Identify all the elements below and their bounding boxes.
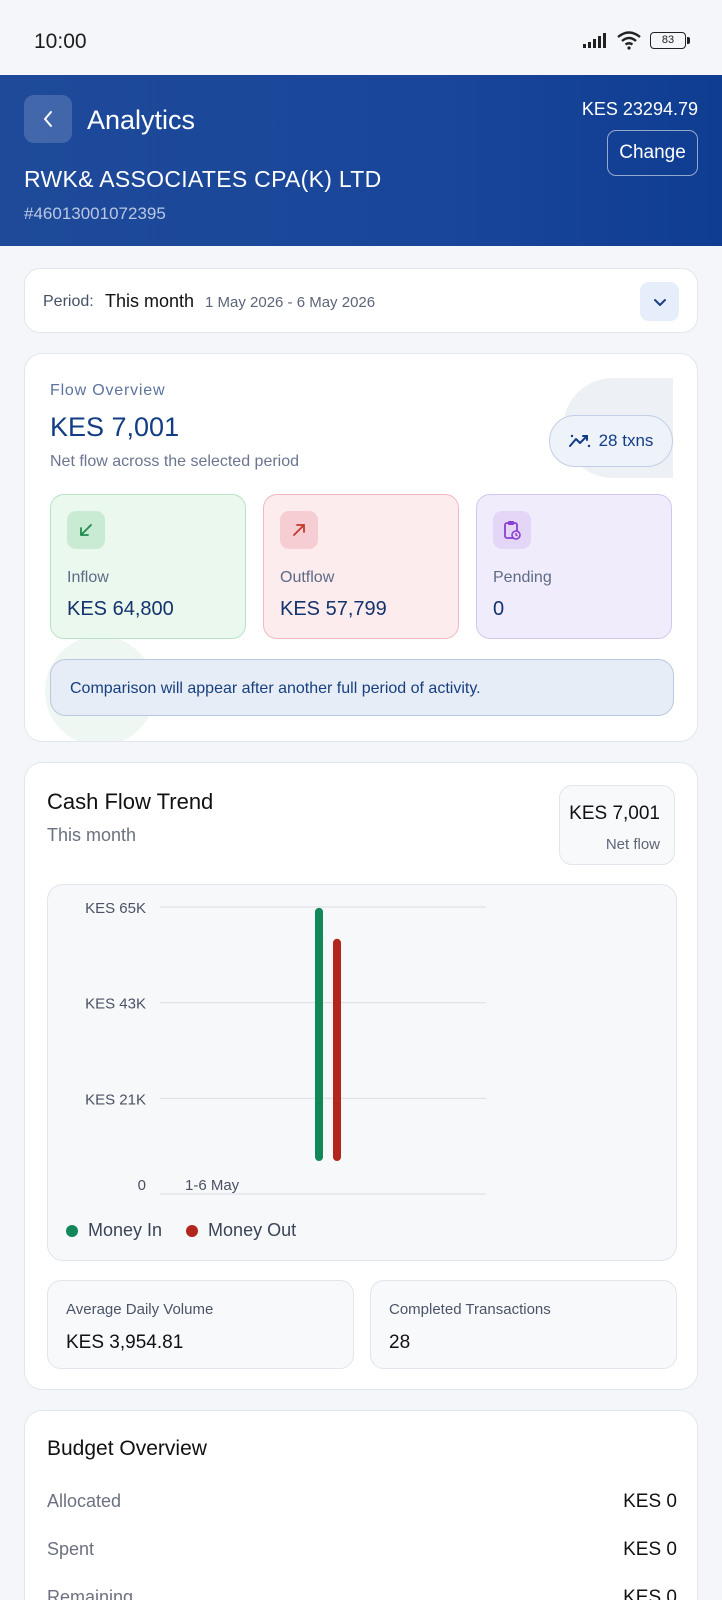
status-icons: 83 [582, 30, 690, 50]
trend-icon [568, 434, 590, 448]
net-flow-summary: KES 7,001 Net flow [559, 785, 675, 865]
back-button[interactable] [24, 95, 72, 143]
money-out-bar [333, 938, 341, 1161]
trend-subtitle: This month [47, 825, 137, 845]
chart-legend: Money In Money Out [66, 1220, 296, 1241]
signal-icon [583, 33, 606, 48]
budget-row-remaining: Remaining KES 0 [47, 1587, 677, 1600]
flow-overview-label: Flow Overview [50, 382, 166, 399]
outflow-card: Outflow KES 57,799 [263, 494, 459, 639]
y-tick-label: 0 [138, 1177, 146, 1194]
net-flow-description: Net flow across the selected period [50, 453, 300, 470]
inflow-card: Inflow KES 64,800 [50, 494, 246, 639]
legend-money-in: Money In [66, 1220, 162, 1241]
average-daily-volume-label: Average Daily Volume [66, 1301, 214, 1318]
budget-row-spent: Spent KES 0 [47, 1539, 677, 1561]
y-tick-label: KES 21K [85, 1091, 146, 1108]
app-header: Analytics RWK& ASSOCIATES CPA(K) LTD #46… [0, 75, 722, 246]
account-balance: KES 23294.79 [581, 99, 698, 119]
completed-transactions-card: Completed Transactions 28 [370, 1280, 677, 1369]
inflow-label: Inflow [67, 569, 109, 586]
transactions-count-pill[interactable]: 28 txns [549, 415, 673, 467]
battery-icon: 83 [650, 31, 690, 49]
arrow-down-left-icon [67, 511, 105, 549]
period-range: 1 May 2026 - 6 May 2026 [205, 294, 376, 311]
outflow-value: KES 57,799 [280, 598, 387, 620]
y-tick-label: KES 43K [85, 996, 146, 1013]
y-tick-label: KES 65K [85, 900, 146, 917]
money-in-bar [315, 907, 323, 1161]
company-name: RWK& ASSOCIATES CPA(K) LTD [24, 166, 382, 192]
budget-allocated-value: KES 0 [623, 1491, 677, 1512]
net-flow-value: KES 7,001 [569, 803, 660, 824]
legend-money-in-label: Money In [88, 1220, 163, 1240]
outflow-label: Outflow [280, 569, 335, 586]
battery-level: 83 [661, 34, 675, 46]
trend-title: Cash Flow Trend [47, 789, 214, 814]
comparison-note: Comparison will appear after another ful… [50, 659, 674, 716]
budget-title: Budget Overview [47, 1437, 207, 1460]
pending-value: 0 [493, 598, 505, 620]
budget-spent-label: Spent [47, 1539, 95, 1559]
net-flow-label: Net flow [605, 836, 660, 853]
inflow-value: KES 64,800 [67, 598, 174, 620]
status-bar: 10:00 83 [0, 0, 722, 75]
period-value: This month [105, 291, 195, 311]
flow-overview-card: Flow Overview KES 7,001 Net flow across … [24, 353, 698, 742]
pending-card: Pending 0 [476, 494, 672, 639]
budget-row-allocated: Allocated KES 0 [47, 1491, 677, 1513]
status-time: 10:00 [34, 30, 87, 53]
transactions-count: 28 txns [598, 431, 654, 450]
page-title: Analytics [87, 105, 196, 135]
x-tick-label: 1-6 May [185, 1177, 240, 1194]
clipboard-clock-icon [493, 511, 531, 549]
budget-remaining-label: Remaining [47, 1587, 134, 1600]
completed-transactions-label: Completed Transactions [389, 1301, 551, 1318]
legend-money-out: Money Out [186, 1220, 296, 1241]
average-daily-volume-value: KES 3,954.81 [66, 1332, 184, 1353]
period-selector[interactable]: Period: This month 1 May 2026 - 6 May 20… [24, 268, 698, 333]
pending-label: Pending [493, 569, 552, 586]
period-label: Period: [43, 293, 94, 310]
budget-spent-value: KES 0 [623, 1539, 677, 1560]
budget-overview-card: Budget Overview Allocated KES 0 Spent KE… [24, 1410, 698, 1600]
change-account-button[interactable]: Change [607, 130, 698, 176]
budget-remaining-value: KES 0 [623, 1587, 677, 1600]
account-number: #46013001072395 [24, 204, 166, 223]
arrow-up-right-icon [280, 511, 318, 549]
completed-transactions-value: 28 [389, 1332, 411, 1353]
money-in-dot [66, 1224, 78, 1237]
budget-allocated-label: Allocated [47, 1491, 122, 1511]
cash-flow-trend-card: Cash Flow Trend This month KES 7,001 Net… [24, 762, 698, 1390]
average-daily-volume-card: Average Daily Volume KES 3,954.81 [47, 1280, 354, 1369]
chevron-left-icon [44, 111, 52, 127]
legend-money-out-label: Money Out [208, 1220, 297, 1240]
net-flow-amount: KES 7,001 [50, 412, 180, 442]
money-out-dot [186, 1224, 199, 1237]
chevron-down-icon [653, 298, 666, 306]
cash-flow-chart: 0 KES 21K KES 43K KES 65K 1-6 May Money In M… [47, 884, 677, 1261]
wifi-icon [617, 31, 641, 50]
chart-plot: 0 KES 21K KES 43K KES 65K 1-6 May [85, 900, 486, 1195]
period-dropdown-button[interactable] [640, 282, 679, 321]
